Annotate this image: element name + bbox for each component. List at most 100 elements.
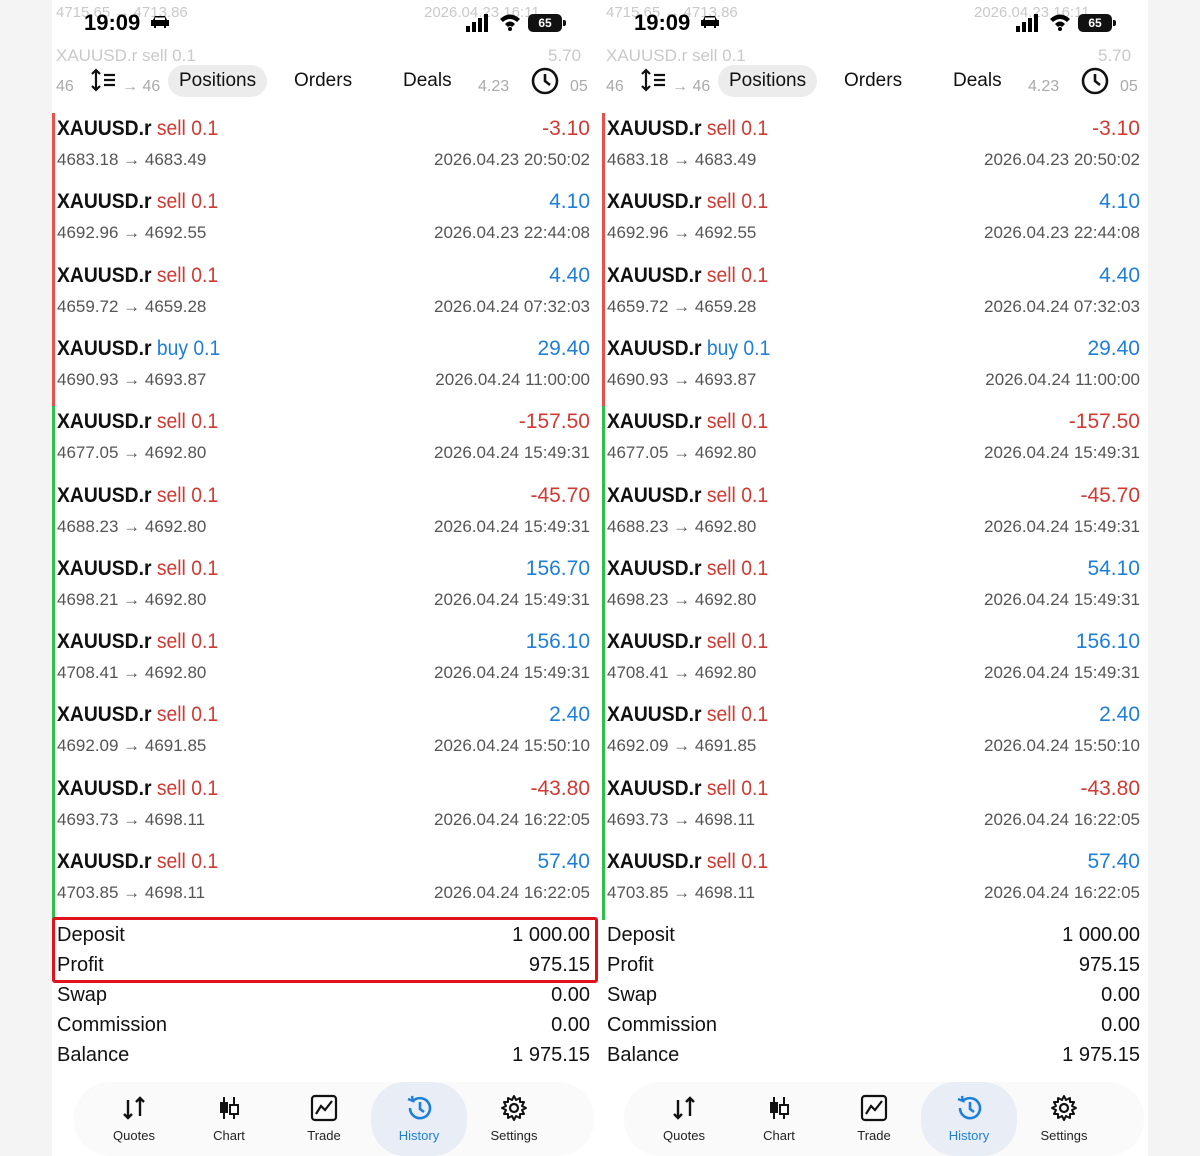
trade-row[interactable]: XAUUSD.r sell 0.1 -45.70 4688.23 → 4692.80…	[602, 480, 1148, 553]
battery-icon: 65	[1078, 14, 1116, 32]
trade-row[interactable]: XAUUSD.r sell 0.1 156.10 4708.41 → 4692.80…	[602, 626, 1148, 699]
trade-row[interactable]: XAUUSD.r sell 0.1 4.10 4692.96 → 4692.55 20…	[602, 186, 1148, 259]
trade-row[interactable]: XAUUSD.r sell 0.1 4.40 4659.72 → 4659.28 20…	[52, 260, 598, 333]
tab-deals[interactable]: Deals	[953, 70, 1002, 92]
trade-title: XAUUSD.r sell 0.1	[57, 264, 218, 288]
tab-deals[interactable]: Deals	[403, 70, 452, 92]
tab-orders[interactable]: Orders	[294, 70, 352, 92]
ghost-text: 46	[606, 78, 624, 95]
trade-volume: 0.1	[193, 336, 221, 360]
balance-label: Balance	[57, 1044, 130, 1066]
trade-side: sell	[156, 410, 186, 434]
trade-volume: 0.1	[741, 850, 769, 873]
trade-row[interactable]: XAUUSD.r buy 0.1 29.40 4690.93 → 4693.87 20…	[52, 333, 598, 406]
trade-symbol: XAUUSD.r	[57, 776, 152, 800]
trade-row[interactable]: XAUUSD.r sell 0.1 -157.50 4677.05 → 4692.8…	[52, 406, 598, 479]
trade-row[interactable]: XAUUSD.r sell 0.1 -43.80 4693.73 → 4698.11…	[602, 773, 1148, 846]
trade-row[interactable]: XAUUSD.r sell 0.1 -45.70 4688.23 → 4692.80…	[52, 480, 598, 553]
trade-volume: 0.1	[191, 703, 219, 727]
trade-profit: 54.10	[1087, 556, 1140, 580]
tab-positions[interactable]: Positions	[718, 65, 818, 97]
nav-settings[interactable]: Settings	[466, 1082, 562, 1156]
trade-side: buy	[156, 336, 188, 360]
commission-value: 0.00	[551, 1014, 590, 1036]
trade-row[interactable]: XAUUSD.r sell 0.1 4.40 4659.72 → 4659.28 20…	[602, 260, 1148, 333]
trade-volume: 0.1	[741, 703, 769, 727]
trade-row[interactable]: XAUUSD.r sell 0.1 2.40 4692.09 → 4691.85 20…	[52, 699, 598, 772]
trade-side: sell	[706, 117, 736, 140]
trade-row[interactable]: XAUUSD.r sell 0.1 -157.50 4677.05 → 4692.8…	[602, 406, 1148, 479]
trade-prices: 4683.18 → 4683.49	[57, 150, 207, 169]
trade-row[interactable]: XAUUSD.r sell 0.1 156.10 4708.41 → 4692.80…	[52, 626, 598, 699]
trade-profit: 4.10	[1099, 190, 1140, 214]
trade-volume: 0.1	[741, 263, 769, 287]
trade-title: XAUUSD.r sell 0.1	[607, 777, 768, 801]
deposit-value: 1 000.00	[1062, 924, 1140, 946]
nav-history[interactable]: History	[921, 1082, 1017, 1156]
nav-history[interactable]: History	[371, 1082, 467, 1156]
nav-trade[interactable]: Trade	[276, 1082, 372, 1156]
trade-profit: -157.50	[1068, 410, 1140, 434]
trade-title: XAUUSD.r buy 0.1	[57, 337, 220, 361]
sort-icon[interactable]	[90, 68, 116, 92]
nav-quotes[interactable]: Quotes	[636, 1082, 732, 1156]
trade-prices: 4688.23 → 4692.80	[57, 516, 207, 536]
tab-orders[interactable]: Orders	[844, 70, 902, 92]
trade-prices: 4677.05 → 4692.80	[57, 443, 207, 463]
nav-history-label: History	[948, 1128, 990, 1143]
trade-datetime: 2026.04.24 07:32:03	[984, 296, 1140, 316]
trade-profit: -3.10	[542, 117, 590, 140]
trade-prices: 4693.73 → 4698.11	[57, 809, 206, 829]
trade-row[interactable]: XAUUSD.r sell 0.1 54.10 4698.23 → 4692.80 2…	[602, 553, 1148, 626]
trade-row[interactable]: XAUUSD.r sell 0.1 2.40 4692.09 → 4691.85 20…	[602, 699, 1148, 772]
trade-row[interactable]: XAUUSD.r sell 0.1 -3.10 4683.18 → 4683.49 2…	[52, 113, 598, 186]
trade-title: XAUUSD.r buy 0.1	[607, 337, 770, 361]
trade-row[interactable]: XAUUSD.r sell 0.1 -3.10 4683.18 → 4683.49 2…	[602, 113, 1148, 186]
trade-volume: 0.1	[741, 556, 769, 580]
nav-trade[interactable]: Trade	[826, 1082, 922, 1156]
trade-row[interactable]: XAUUSD.r sell 0.1 57.40 4703.85 → 4698.11 2…	[602, 846, 1148, 919]
trade-row[interactable]: XAUUSD.r sell 0.1 4.10 4692.96 → 4692.55 20…	[52, 186, 598, 259]
quotes-icon	[673, 1096, 695, 1120]
nav-quotes[interactable]: Quotes	[86, 1082, 182, 1156]
trade-symbol: XAUUSD.r	[57, 556, 152, 580]
trade-symbol: XAUUSD.r	[607, 263, 702, 287]
candlestick-chart-icon	[770, 1097, 789, 1119]
trade-datetime: 2026.04.23 22:44:08	[984, 223, 1140, 243]
trade-side: buy	[706, 336, 738, 360]
trade-prices: 4698.23 → 4692.80	[607, 589, 757, 609]
trade-side: sell	[706, 410, 736, 434]
trade-volume: 0.1	[741, 483, 769, 507]
trade-row[interactable]: XAUUSD.r sell 0.1 156.70 4698.21 → 4692.80…	[52, 553, 598, 626]
trade-side: sell	[706, 483, 736, 507]
history-screen-right: 4715.65 → 4713.86 2026.04.23 16:11 19:09…	[602, 0, 1148, 1156]
trade-profit: -43.80	[1080, 776, 1140, 800]
sort-icon[interactable]	[640, 68, 666, 92]
trade-symbol: XAUUSD.r	[57, 630, 152, 654]
trade-title: XAUUSD.r sell 0.1	[607, 850, 768, 874]
nav-quotes-label: Quotes	[663, 1128, 705, 1143]
trade-side: sell	[706, 630, 736, 654]
nav-chart[interactable]: Chart	[731, 1082, 827, 1156]
history-icon	[407, 1095, 432, 1120]
tab-positions[interactable]: Positions	[168, 65, 268, 97]
clock-icon[interactable]	[1080, 66, 1110, 96]
nav-settings-label: Settings	[1040, 1128, 1088, 1143]
trade-datetime: 2026.04.23 22:44:08	[434, 223, 590, 243]
trade-symbol: XAUUSD.r	[607, 703, 702, 727]
nav-settings[interactable]: Settings	[1016, 1082, 1112, 1156]
nav-chart[interactable]: Chart	[181, 1082, 277, 1156]
trade-profit: 57.40	[1087, 850, 1140, 873]
nav-trade-label: Trade	[307, 1128, 341, 1143]
ghost-text: 46	[56, 78, 74, 95]
trade-row[interactable]: XAUUSD.r sell 0.1 57.40 4703.85 → 4698.11 2…	[52, 846, 598, 919]
trade-profit: -157.50	[518, 410, 590, 434]
clock-icon[interactable]	[530, 66, 560, 96]
bottom-navigation: Quotes Chart Trade History Settings	[624, 1082, 1144, 1156]
trade-prices: 4692.09 → 4691.85	[57, 736, 207, 756]
trade-prices: 4688.23 → 4692.80	[607, 516, 757, 536]
trade-row[interactable]: XAUUSD.r buy 0.1 29.40 4690.93 → 4693.87 20…	[602, 333, 1148, 406]
trade-datetime: 2026.04.24 07:32:03	[434, 296, 590, 316]
trade-profit: 156.10	[1075, 630, 1140, 654]
trade-row[interactable]: XAUUSD.r sell 0.1 -43.80 4693.73 → 4698.11…	[52, 773, 598, 846]
